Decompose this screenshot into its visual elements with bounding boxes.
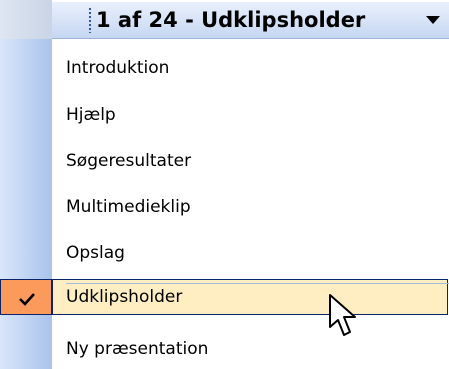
menu-item-hjaelp[interactable]: Hjælp — [52, 97, 449, 133]
menu-separator — [66, 283, 449, 284]
triangle-down-icon[interactable] — [424, 10, 442, 30]
menu-item-label: Multimedieklip — [66, 197, 191, 217]
header-left-strip — [0, 0, 52, 39]
menu-item-label: Udklipsholder — [66, 287, 183, 307]
task-pane-menu-screen: 1 af 24 - Udklipsholder Introduktion Hjæ… — [0, 0, 449, 369]
menu-item-label: Introduktion — [66, 58, 170, 78]
checkmark-icon — [0, 279, 52, 315]
menu-item-introduktion[interactable]: Introduktion — [52, 50, 449, 86]
task-pane-title[interactable]: 1 af 24 - Udklipsholder — [96, 7, 365, 33]
menu-item-label: Ny præsentation — [66, 339, 209, 359]
task-pane-menu: Introduktion Hjælp Søgeresultater Multim… — [0, 39, 449, 369]
menu-item-label: Opslag — [66, 243, 125, 263]
menu-item-label: Søgeresultater — [66, 151, 192, 171]
menu-item-soegeresultater[interactable]: Søgeresultater — [52, 143, 449, 179]
menu-item-label: Hjælp — [66, 105, 116, 125]
menu-item-opslag[interactable]: Opslag — [52, 235, 449, 271]
menu-item-multimedieklip[interactable]: Multimedieklip — [52, 189, 449, 225]
grip-handle-icon[interactable] — [88, 7, 92, 33]
menu-item-ny-praesentation[interactable]: Ny præsentation — [52, 331, 449, 367]
menu-item-udklipsholder[interactable]: Udklipsholder — [52, 279, 448, 315]
